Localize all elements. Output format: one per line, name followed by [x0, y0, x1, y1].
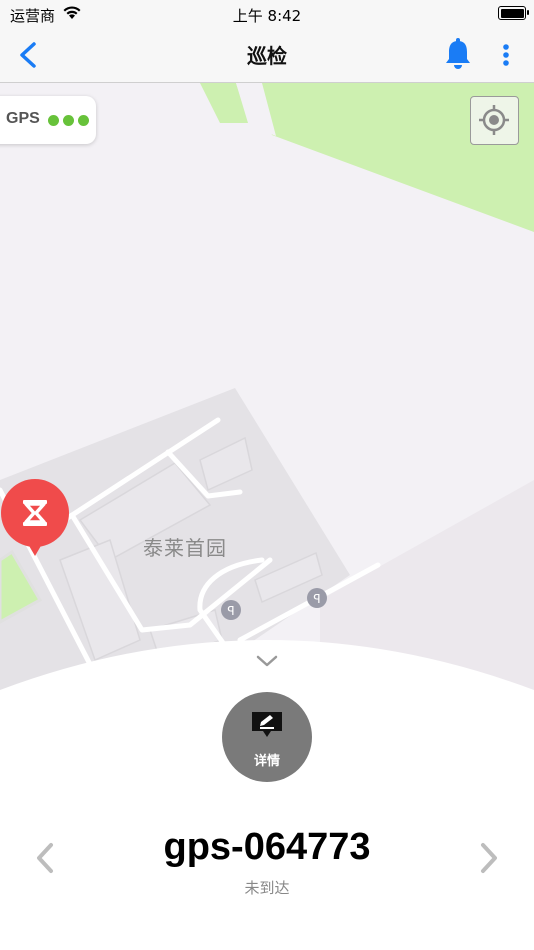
checkpoint-name: gps-064773	[163, 826, 371, 868]
chevron-down-icon[interactable]	[255, 654, 279, 668]
details-button[interactable]: 详情	[222, 692, 312, 782]
status-bar: 运营商 上午 8:42	[0, 0, 534, 28]
gps-signal-dot	[63, 115, 74, 126]
battery-icon	[498, 6, 529, 20]
locate-button[interactable]	[470, 96, 519, 145]
edit-note-icon	[252, 712, 282, 737]
details-label: 详情	[253, 754, 280, 769]
next-point-button[interactable]	[476, 840, 502, 876]
crosshair-icon	[479, 105, 509, 135]
gps-signal-dot	[78, 115, 89, 126]
map-view[interactable]: ꟼ ꟼ ꟼ 泰莱首园 GPS	[0, 83, 534, 703]
more-icon[interactable]	[494, 38, 518, 72]
checkpoint-marker[interactable]	[0, 478, 70, 558]
bell-icon[interactable]	[442, 36, 474, 72]
nav-bar: 巡检	[0, 28, 534, 83]
checkpoint-status: 未到达	[244, 879, 290, 897]
sheet-background	[0, 640, 534, 950]
map-place-label: 泰莱首园	[143, 536, 227, 560]
svg-text:ꟼ: ꟼ	[227, 604, 234, 618]
status-time: 上午 8:42	[232, 7, 302, 25]
gps-signal-dot	[48, 115, 59, 126]
gps-status-badge: GPS	[0, 96, 96, 144]
bottom-sheet	[0, 640, 534, 950]
svg-text:ꟼ: ꟼ	[313, 592, 320, 606]
map-canvas: ꟼ ꟼ ꟼ	[0, 83, 534, 703]
gps-label: GPS	[6, 110, 40, 127]
